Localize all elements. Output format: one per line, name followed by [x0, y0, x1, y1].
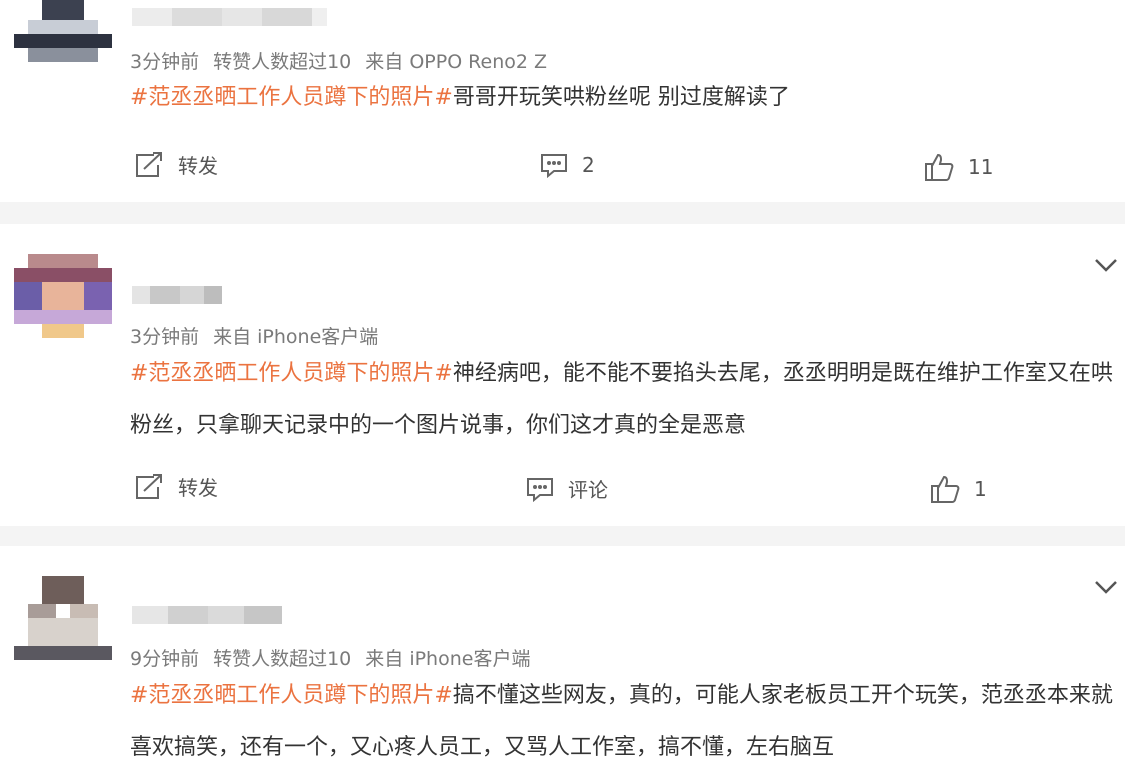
comment-card: 9分钟前 转赞人数超过10 来自 iPhone客户端 #范丞丞晒工作人员蹲下的照片#… [0, 546, 1125, 771]
comment-text: #范丞丞晒工作人员蹲下的照片#哥哥开玩笑哄粉丝呢 别过度解读了 [130, 72, 1115, 124]
username-blurred[interactable] [132, 286, 222, 304]
hashtag-link[interactable]: #范丞丞晒工作人员蹲下的照片# [130, 683, 453, 708]
comment-text: #范丞丞晒工作人员蹲下的照片#搞不懂这些网友，真的，可能人家老板员工开个玩笑，范… [130, 670, 1115, 771]
post-time: 3分钟前 [130, 51, 200, 73]
post-meta: 3分钟前 来自 iPhone客户端 [130, 322, 392, 349]
repost-button[interactable]: 转发 [134, 472, 218, 501]
chevron-down-icon[interactable] [1093, 256, 1119, 274]
avatar[interactable] [14, 254, 112, 352]
avatar[interactable] [14, 576, 112, 674]
comment-text: #范丞丞晒工作人员蹲下的照片#神经病吧，能不能不要掐头去尾，丞丞明明是既在维护工… [130, 348, 1115, 452]
hashtag-link[interactable]: #范丞丞晒工作人员蹲下的照片# [130, 85, 453, 110]
post-meta: 3分钟前 转赞人数超过10 来自 OPPO Reno2 Z [130, 47, 561, 74]
comment-icon [527, 477, 553, 502]
comment-body: 哥哥开玩笑哄粉丝呢 别过度解读了 [452, 85, 790, 110]
thumbs-up-icon [931, 475, 960, 503]
username-blurred[interactable] [132, 606, 282, 624]
comment-card: 3分钟前 来自 iPhone客户端 #范丞丞晒工作人员蹲下的照片#神经病吧，能不能… [0, 224, 1125, 526]
comment-button[interactable]: 2 [540, 152, 595, 178]
post-time: 9分钟前 [130, 648, 200, 670]
avatar[interactable] [14, 0, 112, 76]
post-meta: 9分钟前 转赞人数超过10 来自 iPhone客户端 [130, 644, 544, 671]
engagement-note: 转赞人数超过10 [213, 648, 352, 670]
share-icon [136, 473, 162, 499]
hashtag-link[interactable]: #范丞丞晒工作人员蹲下的照片# [130, 361, 453, 386]
post-source: 来自 OPPO Reno2 Z [365, 51, 548, 73]
comment-button[interactable]: 评论 [526, 474, 608, 503]
post-source: 来自 iPhone客户端 [213, 326, 379, 348]
chevron-down-icon[interactable] [1093, 578, 1119, 596]
username-blurred[interactable] [132, 8, 327, 26]
like-button[interactable]: 11 [924, 152, 993, 182]
comment-icon [541, 154, 567, 178]
comment-card: 3分钟前 转赞人数超过10 来自 OPPO Reno2 Z #范丞丞晒工作人员蹲下的… [0, 0, 1125, 202]
thumbs-up-icon [925, 153, 954, 181]
share-icon [136, 151, 162, 177]
engagement-note: 转赞人数超过10 [213, 51, 352, 73]
post-source: 来自 iPhone客户端 [365, 648, 531, 670]
repost-button[interactable]: 转发 [134, 150, 218, 179]
like-button[interactable]: 1 [930, 474, 987, 504]
post-time: 3分钟前 [130, 326, 200, 348]
